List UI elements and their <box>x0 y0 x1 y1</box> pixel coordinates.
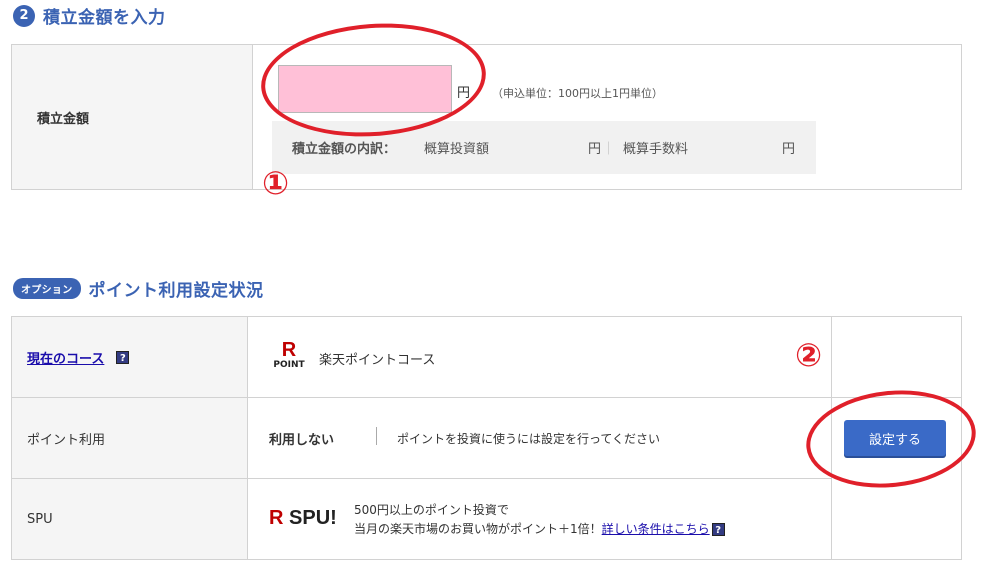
column-divider <box>831 317 832 559</box>
spu-label-cell: SPU <box>12 479 248 559</box>
investment-unit: 円 <box>588 142 602 157</box>
spu-logo: R SPU! <box>269 507 337 530</box>
row-divider <box>12 397 961 398</box>
step-number-badge: 2 <box>13 4 35 27</box>
spu-line2-container: 当月の楽天市場のお買い物がポイント＋1倍！詳しい条件はこちら? <box>354 520 725 537</box>
course-label-cell: 現在のコース ? <box>12 317 248 397</box>
amount-input[interactable] <box>278 65 452 113</box>
amount-label: 積立金額 <box>37 111 90 127</box>
settings-button[interactable]: 設定する <box>844 420 946 456</box>
section2-title: ポイント利用設定状況 <box>88 281 264 301</box>
point-use-label: ポイント利用 <box>27 432 106 448</box>
section2-heading: オプション ポイント利用設定状況 <box>13 276 264 301</box>
breakdown-separator: ｜ <box>602 142 616 157</box>
current-course-link[interactable]: 現在のコース <box>27 348 104 367</box>
spu-help-icon[interactable]: ? <box>711 523 725 536</box>
spu-line1: 500円以上のポイント投資で <box>354 503 509 517</box>
course-value: 楽天ポイントコース <box>319 353 436 368</box>
fee-label: 概算手数料 <box>623 142 689 157</box>
point-use-description: ポイントを投資に使うには設定を行ってください <box>397 432 661 446</box>
spu-conditions-link[interactable]: 詳しい条件はこちら <box>602 522 710 536</box>
point-use-label-cell: ポイント利用 <box>12 398 248 478</box>
breakdown-label: 積立金額の内訳： <box>292 142 397 157</box>
point-logo-letter: R <box>281 339 297 361</box>
spu-logo-r: R <box>269 507 284 529</box>
spu-label: SPU <box>27 511 53 527</box>
fee-unit: 円 <box>782 142 796 157</box>
annotation-marker-1: ① <box>262 164 290 202</box>
amount-unit: 円 <box>457 86 471 101</box>
point-logo-text: POINT <box>273 360 305 370</box>
option-badge: オプション <box>13 278 81 299</box>
row-divider <box>12 478 831 479</box>
section1-heading: 2 積立金額を入力 <box>13 3 166 28</box>
section1-title: 積立金額を入力 <box>43 8 166 28</box>
amount-unit-note: （申込単位：100円以上1円単位） <box>492 87 663 100</box>
point-use-status: 利用しない <box>269 433 335 448</box>
investment-label: 概算投資額 <box>424 142 490 157</box>
amount-label-cell: 積立金額 <box>12 45 253 189</box>
help-icon[interactable]: ? <box>116 350 130 364</box>
spu-line2: 当月の楽天市場のお買い物がポイント＋1倍！ <box>354 522 602 536</box>
spu-logo-text: SPU! <box>289 507 337 529</box>
point-logo: R POINT <box>272 339 306 371</box>
amount-breakdown: 積立金額の内訳： 概算投資額 円 ｜ 概算手数料 円 <box>272 121 816 174</box>
status-divider <box>376 427 377 445</box>
annotation-marker-2: ② <box>795 336 823 374</box>
